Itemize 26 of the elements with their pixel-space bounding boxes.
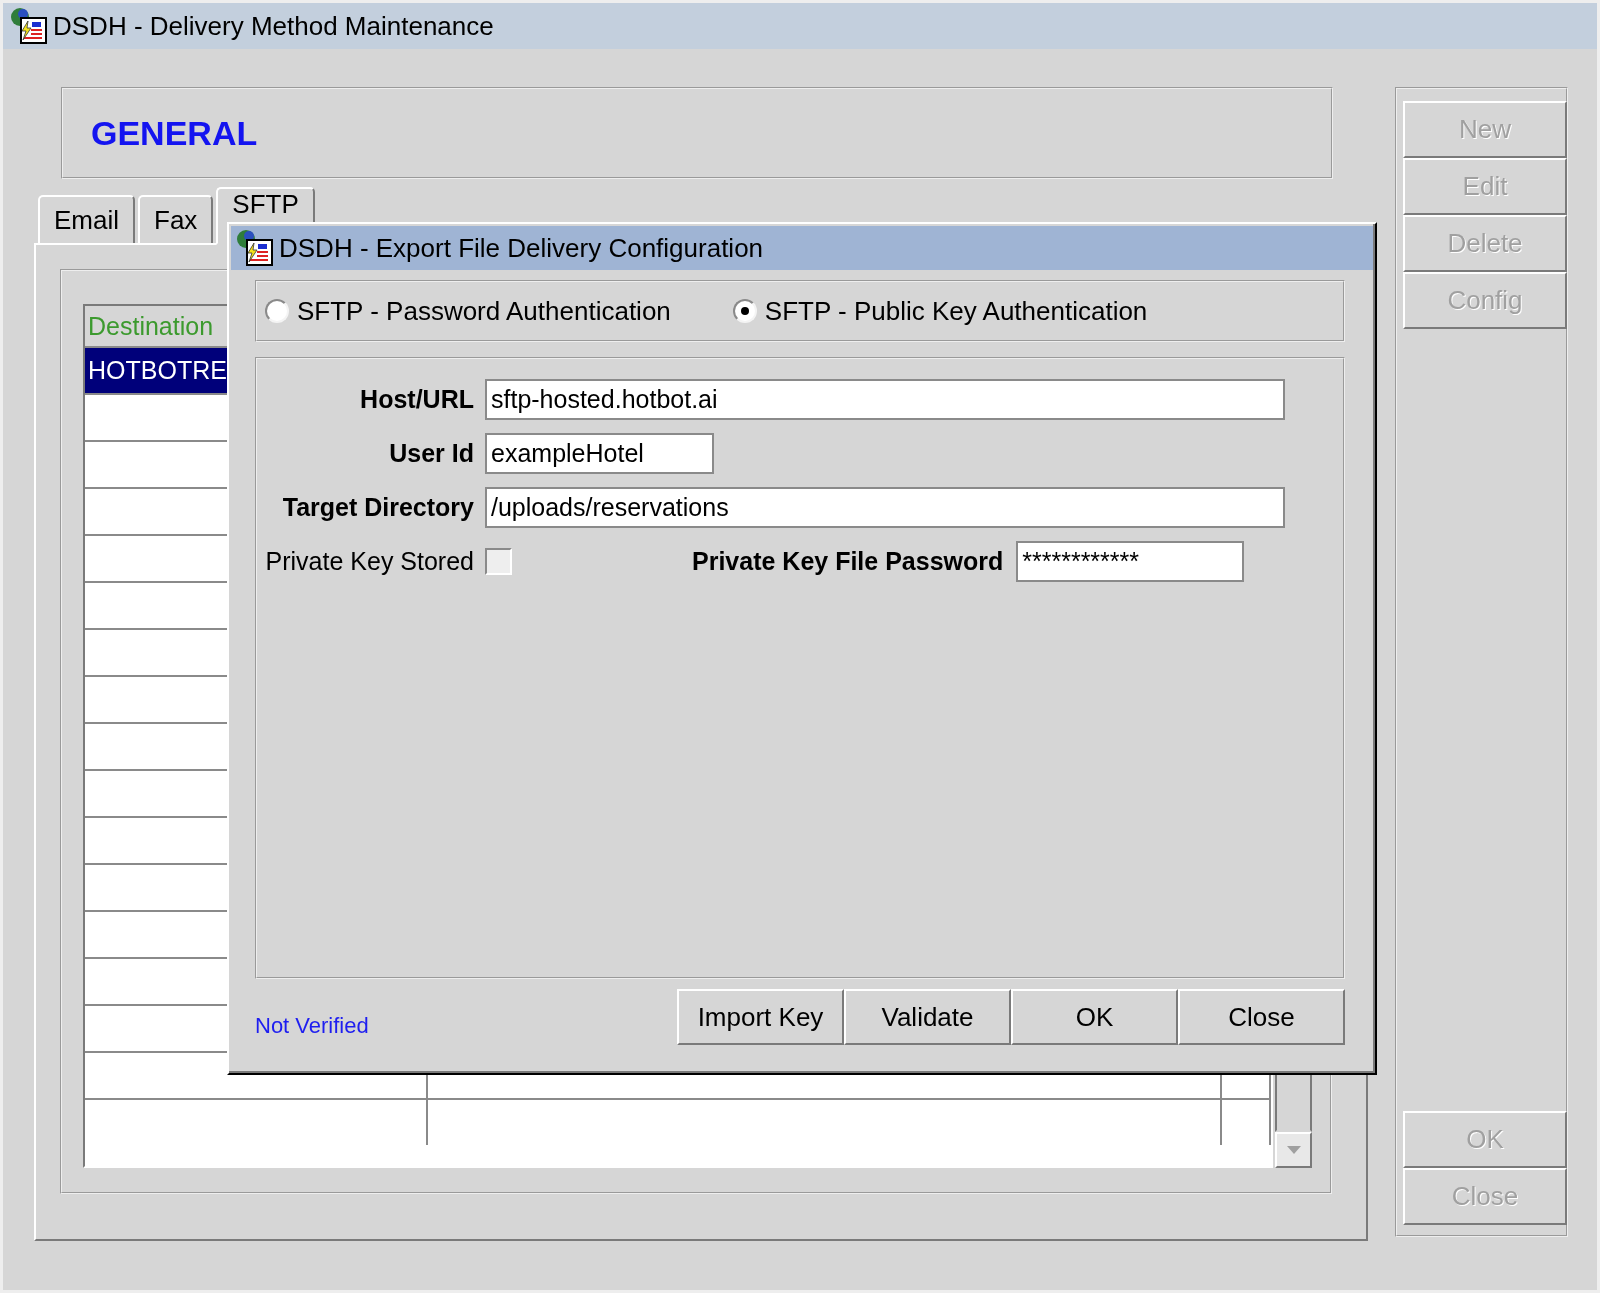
field-label: User Id: [388, 438, 475, 468]
section-title: GENERAL: [91, 113, 258, 153]
checkbox[interactable]: [485, 547, 512, 575]
document-icon: [11, 8, 47, 44]
scroll-down-button[interactable]: [1275, 1132, 1312, 1168]
window-title: DSDH - Delivery Method Maintenance: [53, 10, 494, 42]
down-arrow-icon: [1286, 1146, 1301, 1154]
field-label: Private Key Stored: [264, 546, 474, 576]
dialog-button[interactable]: Validate: [844, 989, 1011, 1045]
password-field[interactable]: ************: [1016, 540, 1245, 582]
column-header: Destination: [88, 311, 214, 341]
tab[interactable]: Fax: [138, 195, 214, 245]
status-text: Not Verified: [255, 1013, 369, 1039]
input-field[interactable]: exampleHotel: [485, 432, 714, 474]
field-label: Host/URL: [359, 384, 475, 414]
field-label: Target Directory: [281, 492, 475, 522]
dialog-button[interactable]: Close: [1178, 989, 1345, 1045]
radio-option[interactable]: SFTP - Public Key Authentication: [732, 295, 1148, 327]
input-field[interactable]: sftp-hosted.hotbot.ai: [485, 378, 1285, 420]
document-icon: [237, 230, 273, 266]
dialog-button[interactable]: OK: [1011, 989, 1178, 1045]
radio-option[interactable]: SFTP - Password Authentication: [265, 295, 671, 327]
input-field[interactable]: /uploads/reservations: [485, 486, 1285, 528]
dialog-button[interactable]: Import Key: [677, 989, 844, 1045]
field-label: Private Key File Password: [692, 546, 1004, 576]
tab[interactable]: Email: [38, 195, 135, 245]
